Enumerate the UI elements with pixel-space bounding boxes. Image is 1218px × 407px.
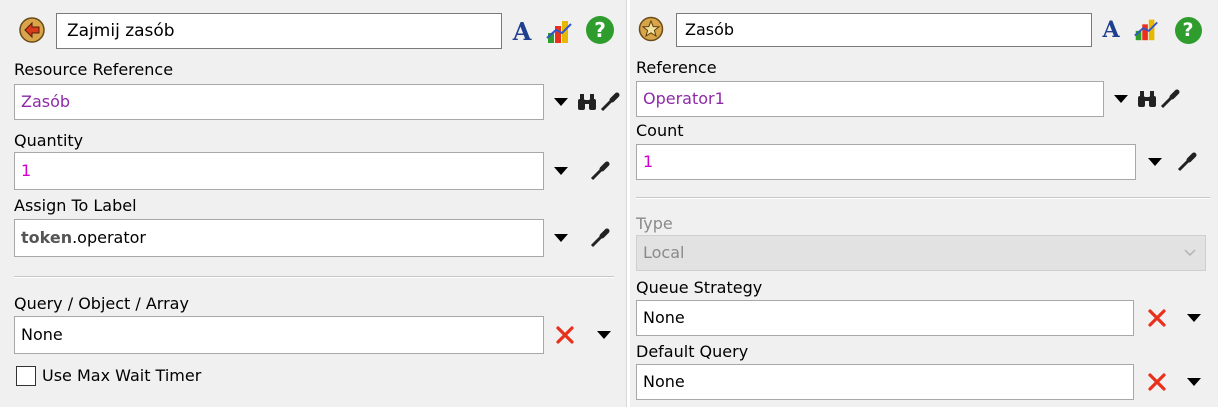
- query-dropdown-icon[interactable]: [592, 317, 616, 353]
- right-panel: Zasób A ? Reference Operator1 Count 1 Ty…: [630, 0, 1218, 407]
- assign-to-label-label: Assign To Label: [14, 196, 137, 215]
- resource-reference-dropdown-icon[interactable]: [548, 84, 574, 120]
- assign-to-label-field[interactable]: token.operator: [14, 219, 544, 257]
- help-icon[interactable]: ?: [584, 14, 616, 46]
- font-icon[interactable]: A: [508, 13, 536, 49]
- type-select-value: Local: [643, 243, 685, 262]
- eyedropper-icon[interactable]: [598, 84, 622, 120]
- binoculars-icon[interactable]: [1136, 81, 1158, 117]
- queue-strategy-dropdown-icon[interactable]: [1182, 300, 1206, 336]
- left-divider: [14, 276, 614, 278]
- count-field[interactable]: 1: [636, 144, 1136, 180]
- use-max-wait-timer-label: Use Max Wait Timer: [42, 366, 202, 385]
- quantity-dropdown-icon[interactable]: [548, 153, 574, 189]
- query-field[interactable]: None: [14, 316, 544, 354]
- resource-reference-label: Resource Reference: [14, 60, 174, 79]
- type-label: Type: [636, 214, 673, 233]
- query-clear-x-icon[interactable]: [552, 317, 578, 353]
- count-label: Count: [636, 121, 684, 140]
- quantity-field[interactable]: 1: [14, 152, 544, 190]
- reference-dropdown-icon[interactable]: [1108, 81, 1134, 117]
- queue-strategy-label: Queue Strategy: [636, 278, 763, 297]
- right-divider: [636, 197, 1210, 199]
- assign-to-label-value: .operator: [72, 228, 146, 247]
- reference-field[interactable]: Operator1: [636, 81, 1104, 117]
- reference-label: Reference: [636, 58, 717, 77]
- assign-to-label-dropdown-icon[interactable]: [548, 220, 574, 256]
- token-keyword: token: [21, 228, 73, 247]
- quantity-eyedropper-icon[interactable]: [586, 153, 614, 189]
- default-query-label: Default Query: [636, 342, 749, 361]
- count-eyedropper-icon[interactable]: [1174, 144, 1200, 180]
- count-dropdown-icon[interactable]: [1142, 144, 1168, 180]
- help-icon-circle: ?: [586, 16, 614, 44]
- font-icon[interactable]: A: [1098, 13, 1124, 47]
- help-icon[interactable]: ?: [1172, 14, 1204, 46]
- resource-name-input[interactable]: Zasób: [676, 13, 1092, 47]
- default-query-clear-x-icon[interactable]: [1144, 364, 1170, 400]
- chevron-down-icon: [1183, 236, 1197, 282]
- chart-icon[interactable]: [1130, 12, 1162, 46]
- assign-to-label-eyedropper-icon[interactable]: [586, 220, 614, 256]
- binoculars-icon[interactable]: [576, 84, 598, 120]
- queue-strategy-clear-x-icon[interactable]: [1144, 300, 1170, 336]
- quantity-label: Quantity: [14, 131, 84, 150]
- default-query-dropdown-icon[interactable]: [1182, 364, 1206, 400]
- chart-icon[interactable]: [542, 13, 576, 49]
- left-panel: Zajmij zasób A ? Resource Reference Zasó…: [0, 0, 626, 407]
- resource-reference-field[interactable]: Zasób: [14, 84, 544, 120]
- query-label: Query / Object / Array: [14, 294, 189, 313]
- back-arrow-icon[interactable]: [14, 12, 50, 48]
- font-icon-glyph: A: [512, 16, 532, 46]
- activity-name-input[interactable]: Zajmij zasób: [56, 13, 502, 49]
- default-query-field[interactable]: None: [636, 364, 1134, 400]
- eyedropper-icon[interactable]: [1158, 81, 1182, 117]
- help-icon-circle: ?: [1174, 16, 1202, 44]
- use-max-wait-timer-checkbox[interactable]: [16, 366, 36, 386]
- font-icon-glyph: A: [1102, 17, 1120, 43]
- type-select: Local: [636, 235, 1206, 271]
- queue-strategy-field[interactable]: None: [636, 300, 1134, 336]
- star-icon[interactable]: [636, 14, 666, 44]
